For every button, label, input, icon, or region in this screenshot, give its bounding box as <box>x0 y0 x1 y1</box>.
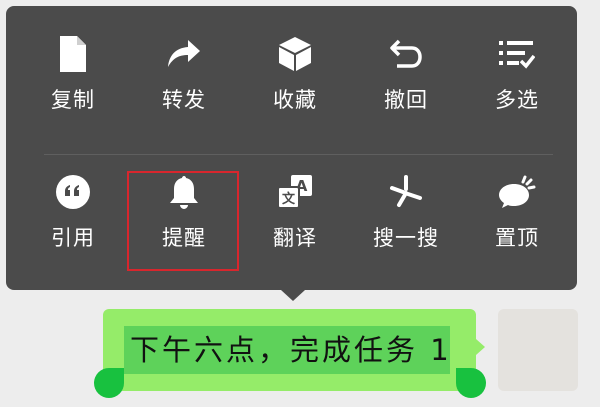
translate-icon: A文 <box>275 172 315 212</box>
message-context-menu: 复制 转发 收藏 撤回 多选 引用 提醒 A 文 翻译 搜一搜 置顶 <box>6 6 577 290</box>
pin-top-label: 置顶 <box>495 226 539 250</box>
translate-button[interactable]: A文 翻译 <box>240 172 350 268</box>
menu-row-primary: 复制 转发 收藏 撤回 多选 <box>18 34 574 154</box>
menu-row-secondary: 引用 提醒 A文 翻译 搜一搜 置顶 <box>18 172 574 292</box>
forward-label: 转发 <box>162 88 206 112</box>
multi-select-label: 多选 <box>495 88 539 112</box>
favorite-box-icon <box>275 34 315 74</box>
quote-button[interactable]: 引用 <box>18 172 128 268</box>
pin-top-button[interactable]: 置顶 <box>462 172 572 268</box>
favorite-button[interactable]: 收藏 <box>240 34 350 130</box>
menu-pointer-arrow <box>281 290 305 301</box>
menu-divider <box>44 154 553 155</box>
recall-label: 撤回 <box>384 88 428 112</box>
copy-button[interactable]: 复制 <box>18 34 128 130</box>
bubble-tail <box>476 339 485 355</box>
forward-button[interactable]: 转发 <box>129 34 239 130</box>
search-label: 搜一搜 <box>373 226 439 250</box>
avatar[interactable] <box>498 309 578 391</box>
copy-label: 复制 <box>51 88 95 112</box>
undo-icon <box>386 34 426 74</box>
search-button[interactable]: 搜一搜 <box>351 172 461 268</box>
pin-top-icon <box>497 172 537 212</box>
selection-start-handle[interactable] <box>94 368 124 398</box>
remind-highlight-box <box>127 171 239 271</box>
selection-end-handle[interactable] <box>456 368 486 398</box>
quote-icon <box>53 172 93 212</box>
forward-icon <box>164 34 204 74</box>
multi-select-button[interactable]: 多选 <box>462 34 572 130</box>
quote-label: 引用 <box>51 226 95 250</box>
svg-text:文: 文 <box>282 191 296 207</box>
message-text: 下午六点，完成任务 1 <box>130 333 452 367</box>
search-sparkle-icon <box>386 172 426 212</box>
recall-button[interactable]: 撤回 <box>351 34 461 130</box>
copy-icon <box>53 34 93 74</box>
translate-label: 翻译 <box>273 226 317 250</box>
multi-select-icon <box>497 34 537 74</box>
favorite-label: 收藏 <box>273 88 317 112</box>
